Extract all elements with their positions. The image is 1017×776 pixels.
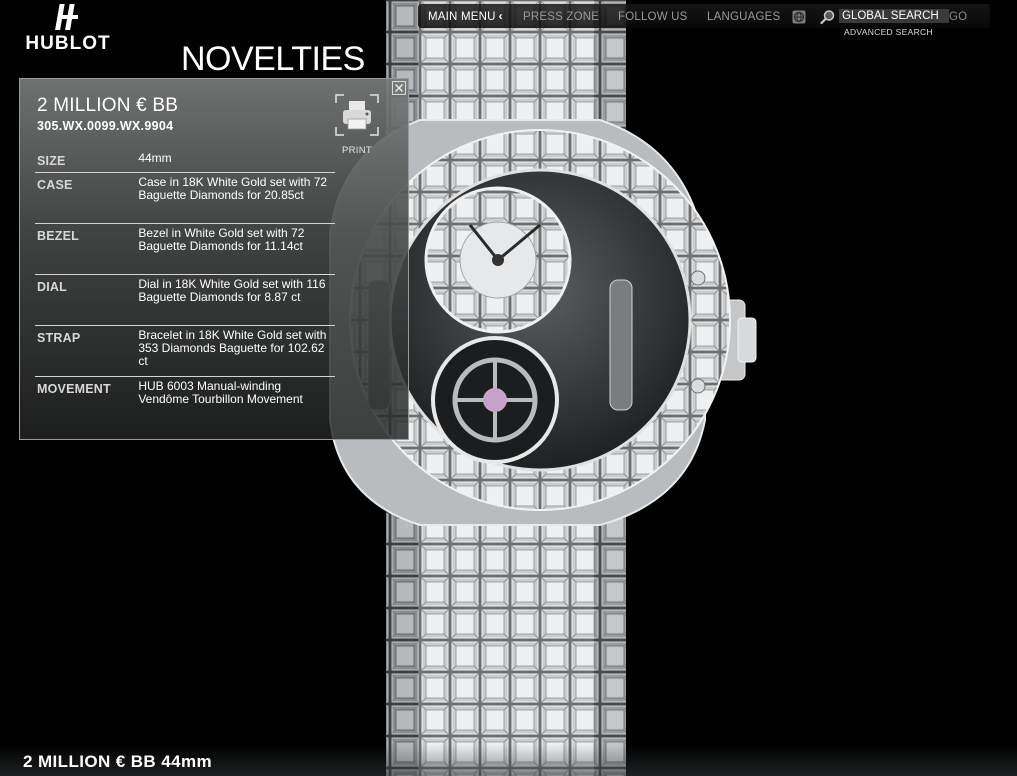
spec-row-case: CASE Case in 18K White Gold set with 72 … xyxy=(35,173,335,224)
spec-row-movement: MOVEMENT HUB 6003 Manual-winding Vendôme… xyxy=(35,377,335,428)
spec-value: Bracelet in 18K White Gold set with 353 … xyxy=(138,328,327,368)
product-name: 2 MILLION € BB xyxy=(37,95,179,116)
main-menu-label: MAIN MENU xyxy=(428,11,496,23)
spec-value: 44mm xyxy=(138,151,172,165)
spec-row-strap: STRAP Bracelet in 18K White Gold set wit… xyxy=(35,326,335,377)
close-panel-button[interactable] xyxy=(392,81,406,95)
languages-link[interactable]: LANGUAGES xyxy=(707,11,780,23)
spec-value: Dial in 18K White Gold set with 116 Bagu… xyxy=(138,277,326,304)
globe-icon[interactable] xyxy=(792,10,806,24)
spec-row-size: SIZE 44mm xyxy=(35,149,335,173)
page-title: NOVELTIES xyxy=(181,40,365,78)
spec-row-bezel: BEZEL Bezel in White Gold set with 72 Ba… xyxy=(35,224,335,275)
product-reference: 305.WX.0099.WX.9904 xyxy=(37,119,174,133)
press-zone-link[interactable]: PRESS ZONE xyxy=(523,11,599,23)
brand-name: HUBLOT xyxy=(25,33,111,54)
global-search-input[interactable] xyxy=(839,9,949,23)
search-go-button[interactable]: GO xyxy=(949,11,967,23)
spec-key: BEZEL xyxy=(37,229,79,243)
advanced-search-link[interactable]: ADVANCED SEARCH xyxy=(844,27,933,37)
spec-value: Case in 18K White Gold set with 72 Bague… xyxy=(138,175,328,202)
spec-value: Bezel in White Gold set with 72 Baguette… xyxy=(138,226,305,253)
hublot-logo[interactable]: HUBLOT xyxy=(17,2,119,58)
spec-key: MOVEMENT xyxy=(37,382,111,396)
top-navigation: MAIN MENU ‹ PRESS ZONE FOLLOW US LANGUAGE… xyxy=(418,4,990,28)
footer-caption: 2 MILLION € BB 44mm xyxy=(23,752,212,771)
spec-key: SIZE xyxy=(37,154,66,168)
print-button[interactable]: PRINT xyxy=(334,93,380,156)
spec-key: DIAL xyxy=(37,280,67,294)
specifications-table: SIZE 44mm CASE Case in 18K White Gold se… xyxy=(35,149,335,428)
spec-row-dial: DIAL Dial in 18K White Gold set with 116… xyxy=(35,275,335,326)
chevron-left-icon: ‹ xyxy=(498,11,503,23)
spec-key: CASE xyxy=(37,178,73,192)
printer-icon xyxy=(335,94,379,136)
magnifier-icon[interactable] xyxy=(820,9,836,25)
product-info-panel: 2 MILLION € BB 305.WX.0099.WX.9904 PRINT… xyxy=(19,78,409,440)
footer-caption-bar: 2 MILLION € BB 44mm xyxy=(0,744,1017,776)
follow-us-link[interactable]: FOLLOW US xyxy=(618,11,688,23)
spec-value: HUB 6003 Manual-winding Vendôme Tourbill… xyxy=(138,379,303,406)
print-label: PRINT xyxy=(342,145,372,156)
hublot-logo-icon xyxy=(55,4,78,30)
close-icon xyxy=(395,84,403,92)
spec-key: STRAP xyxy=(37,331,81,345)
main-menu-button[interactable]: MAIN MENU ‹ xyxy=(428,11,503,23)
